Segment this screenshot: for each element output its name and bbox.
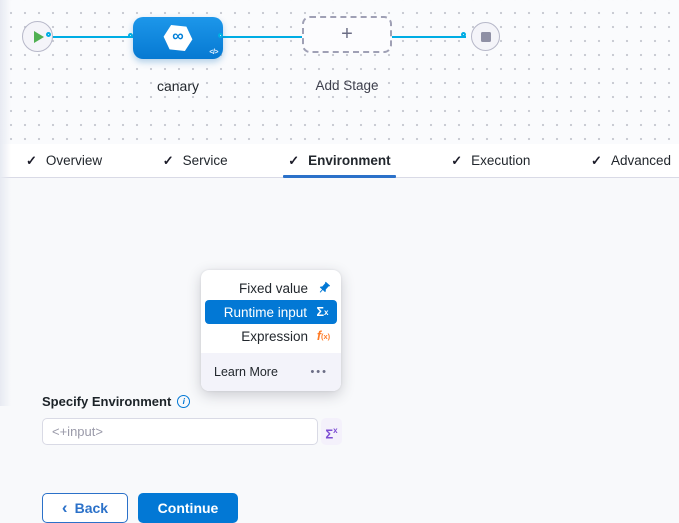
menu-item-label: Expression xyxy=(241,329,308,344)
tab-service[interactable]: ✓ Service xyxy=(158,144,233,177)
pin-icon xyxy=(315,281,332,295)
dropdown-footer: Learn More ••• xyxy=(201,353,341,391)
check-icon: ✓ xyxy=(26,153,37,169)
page: ∞ </> + canary Add Stage ✓ Overview ✓ Se… xyxy=(0,0,679,406)
chevron-left-icon: ‹ xyxy=(62,499,68,516)
sigma-icon: Σx xyxy=(314,305,331,319)
tab-label: Service xyxy=(183,153,228,168)
connector-port xyxy=(46,32,51,37)
runtime-input-type-button[interactable]: Σx xyxy=(321,418,342,445)
stop-icon xyxy=(481,32,491,42)
continue-button-label: Continue xyxy=(158,500,219,516)
specify-environment-label-row: Specify Environment i xyxy=(42,394,190,409)
tab-overview[interactable]: ✓ Overview xyxy=(21,144,107,177)
plus-icon: + xyxy=(341,24,353,44)
check-icon: ✓ xyxy=(288,153,299,169)
menu-item-label: Runtime input xyxy=(224,305,307,320)
connector-port xyxy=(128,33,133,38)
tab-label: Advanced xyxy=(611,153,671,168)
environment-input[interactable] xyxy=(42,418,318,445)
play-icon xyxy=(34,31,44,43)
back-button-label: Back xyxy=(75,500,108,516)
menu-item-runtime-input[interactable]: Runtime input Σx xyxy=(205,300,337,324)
connector-line xyxy=(51,36,133,38)
info-icon[interactable]: i xyxy=(177,395,190,408)
tab-label: Execution xyxy=(471,153,530,168)
stage-config-tabbar: ✓ Overview ✓ Service ✓ Environment ✓ Exe… xyxy=(0,144,679,178)
tab-advanced[interactable]: ✓ Advanced xyxy=(586,144,676,177)
back-button[interactable]: ‹ Back xyxy=(42,493,128,523)
menu-item-expression[interactable]: Expression f(x) xyxy=(201,324,341,348)
check-icon: ✓ xyxy=(451,153,462,169)
tab-label: Environment xyxy=(308,153,391,168)
check-icon: ✓ xyxy=(163,153,174,169)
dropdown-items: Fixed value Runtime input Σx Expression … xyxy=(201,270,341,353)
tab-label: Overview xyxy=(46,153,102,168)
stage-node-canary[interactable]: ∞ </> xyxy=(133,17,223,59)
menu-item-fixed-value[interactable]: Fixed value xyxy=(201,276,341,300)
learn-more-link[interactable]: Learn More xyxy=(214,365,278,379)
connector-line xyxy=(223,36,304,38)
continue-button[interactable]: Continue xyxy=(138,493,238,523)
check-icon: ✓ xyxy=(591,153,602,169)
fx-icon: f(x) xyxy=(315,329,332,343)
deployment-hexagon-icon: ∞ xyxy=(163,25,193,52)
tab-execution[interactable]: ✓ Execution xyxy=(446,144,535,177)
stage-name-label: canary xyxy=(133,78,223,94)
add-stage-label: Add Stage xyxy=(295,78,399,93)
tab-environment[interactable]: ✓ Environment xyxy=(283,144,395,177)
specify-environment-label: Specify Environment xyxy=(42,394,171,409)
ellipsis-icon[interactable]: ••• xyxy=(310,367,328,378)
input-type-dropdown: Fixed value Runtime input Σx Expression … xyxy=(201,270,341,391)
pipeline-end-node[interactable] xyxy=(471,22,500,51)
code-icon: </> xyxy=(209,49,218,56)
add-stage-button[interactable]: + xyxy=(302,16,392,53)
connector-port xyxy=(218,33,223,38)
infinity-icon: ∞ xyxy=(172,29,183,45)
connector-port xyxy=(461,32,466,37)
menu-item-label: Fixed value xyxy=(239,281,308,296)
connector-line xyxy=(391,36,466,38)
pipeline-canvas: ∞ </> + canary Add Stage xyxy=(0,0,679,144)
